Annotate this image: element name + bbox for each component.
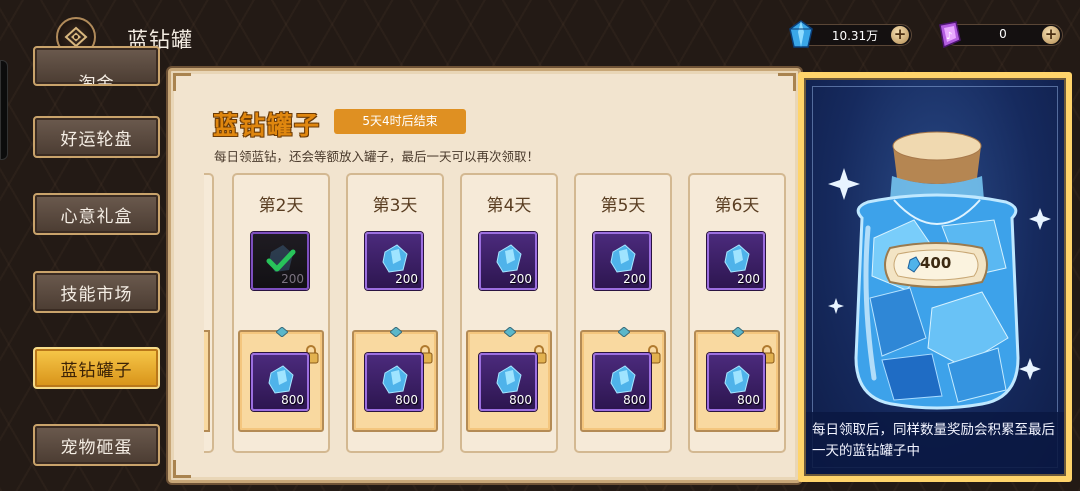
bonus-reward-box: 800 — [352, 327, 438, 432]
reward-amount: 200 — [281, 272, 304, 286]
reward-amount: 800 — [509, 393, 532, 407]
bonus-reward-slot[interactable]: 800 — [593, 353, 651, 411]
blue-crystal-icon — [496, 365, 522, 394]
ornament-gem-icon — [732, 327, 744, 337]
reward-amount: 200 — [737, 272, 760, 286]
day-label: 第4天 — [486, 196, 532, 216]
blue-diamond-amount: 10.31万 — [831, 29, 879, 43]
purple-gem-icon: ♪ — [939, 21, 961, 49]
reward-amount: 200 — [623, 272, 646, 286]
jar-reward-card[interactable]: 400 每日领取后，同样数量奖励会积累至最后一天的蓝钻罐子中 — [798, 72, 1072, 482]
reward-amount: 800 — [623, 393, 646, 407]
daily-reward-slot[interactable]: 200 — [365, 232, 423, 290]
reward-amount: 200 — [509, 272, 532, 286]
sidebar-item-label: 好运轮盘 — [60, 129, 133, 150]
daily-reward-slot[interactable]: 200 — [707, 232, 765, 290]
reward-amount: 800 — [737, 393, 760, 407]
day-card: 第3天 200 800 — [346, 173, 444, 453]
bonus-reward-slot[interactable]: 800 — [251, 353, 309, 411]
reward-amount: 200 — [395, 272, 418, 286]
day-label: 第2天 — [258, 196, 304, 216]
blue-crystal-icon — [496, 244, 522, 273]
panel-corner-ornament — [173, 73, 191, 91]
day-card-partial — [204, 173, 214, 453]
panel-corner-ornament — [778, 73, 796, 91]
jar-count-badge: 400 — [880, 240, 992, 290]
sidebar-item-lucky-wheel[interactable]: 好运轮盘 — [33, 116, 160, 158]
add-blue-diamond-button[interactable]: + — [891, 26, 909, 44]
purple-gem-amount: 0 — [999, 27, 1007, 41]
daily-reward-slot[interactable]: 200 — [479, 232, 537, 290]
ornament-gem-icon — [276, 327, 288, 337]
bonus-reward-box: 800 — [466, 327, 552, 432]
ornament-gem-icon — [390, 327, 402, 337]
blue-crystal-icon — [382, 244, 408, 273]
currency-purple-gem: ♪ 0 + — [939, 21, 1063, 49]
device-edge — [0, 60, 8, 160]
sidebar-item-gift-box[interactable]: 心意礼盒 — [33, 193, 160, 235]
day-card: 第4天 200 800 — [460, 173, 558, 453]
day-card: 第6天 200 800 — [688, 173, 786, 453]
sidebar-item-label: 宠物砸蛋 — [60, 437, 133, 458]
sidebar-item-label: 技能市场 — [60, 284, 133, 305]
blue-crystal-icon — [724, 244, 750, 273]
day-label: 第3天 — [372, 196, 418, 216]
bonus-reward-box: 800 — [238, 327, 324, 432]
timer-badge: 5天4时后结束 — [334, 109, 466, 134]
ornament-gem-icon — [618, 327, 630, 337]
sidebar-item-gold-panning[interactable]: 淘金 — [33, 46, 160, 86]
sidebar-item-label: 心意礼盒 — [60, 206, 133, 227]
add-purple-gem-button[interactable]: + — [1042, 26, 1060, 44]
bonus-reward-box: 800 — [580, 327, 666, 432]
bonus-reward-slot[interactable]: 800 — [707, 353, 765, 411]
jar-card-inner: 400 每日领取后，同样数量奖励会积累至最后一天的蓝钻罐子中 — [804, 78, 1066, 476]
reward-amount: 800 — [281, 393, 304, 407]
reward-amount: 800 — [395, 393, 418, 407]
sidebar-item-blue-diamond-jar[interactable]: 蓝钻罐子 — [33, 347, 160, 389]
jar-count: 400 — [920, 254, 952, 272]
sidebar-item-label: 蓝钻罐子 — [60, 360, 133, 381]
daily-reward-slot[interactable]: 200 — [593, 232, 651, 290]
day-card: 第2天 200 800 — [232, 173, 330, 453]
blue-crystal-icon — [268, 365, 294, 394]
bonus-reward-slot[interactable]: 800 — [479, 353, 537, 411]
event-description: 每日领蓝钻，还会等额放入罐子，最后一天可以再次领取！ — [214, 149, 540, 164]
bonus-reward-slot[interactable]: 800 — [365, 353, 423, 411]
ornament-gem-icon — [504, 327, 516, 337]
day-label: 第6天 — [714, 196, 760, 216]
blue-crystal-icon — [382, 365, 408, 394]
blue-diamond-icon — [789, 20, 813, 48]
game-screen: 蓝钻罐 10.31万 + ♪ 0 + 淘金 好运轮盘 心意礼盒 技能市场 蓝钻罐… — [0, 0, 1080, 491]
section-title: 蓝钻罐子 — [213, 111, 322, 140]
blue-crystal-icon — [610, 244, 636, 273]
panel-corner-ornament — [173, 460, 191, 478]
sidebar-item-pet-egg[interactable]: 宠物砸蛋 — [33, 424, 160, 466]
sidebar-item-skill-market[interactable]: 技能市场 — [33, 271, 160, 313]
svg-text:♪: ♪ — [946, 31, 952, 42]
sidebar-item-label: 淘金 — [78, 74, 115, 86]
blue-crystal-icon — [610, 365, 636, 394]
jar-description: 每日领取后，同样数量奖励会积累至最后一天的蓝钻罐子中 — [806, 412, 1064, 474]
daily-reward-slot[interactable]: 200 — [251, 232, 309, 290]
currency-blue-diamond: 10.31万 + — [789, 20, 912, 48]
bonus-reward-box: 800 — [694, 327, 780, 432]
blue-crystal-icon — [724, 365, 750, 394]
day-label: 第5天 — [600, 196, 646, 216]
day-card: 第5天 200 800 — [574, 173, 672, 453]
